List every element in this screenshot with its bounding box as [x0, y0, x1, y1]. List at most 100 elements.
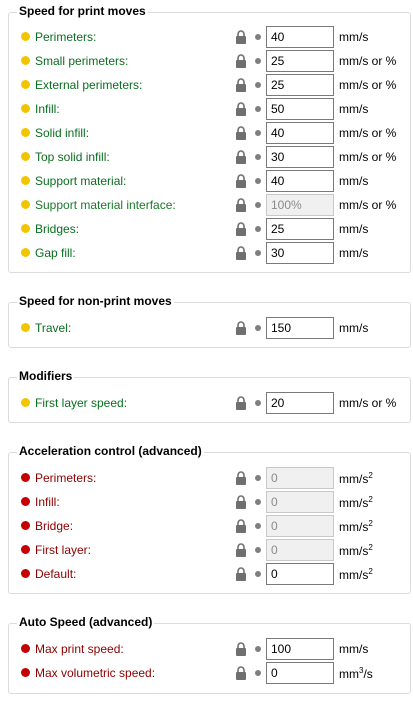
bullet-dot-icon[interactable] — [255, 571, 261, 577]
setting-label: Bridges: — [35, 222, 80, 236]
setting-row-first-layer-speed: First layer speed: mm/s or % — [9, 392, 410, 414]
bullet-dot-icon[interactable] — [255, 130, 261, 136]
lock-icon[interactable] — [235, 471, 247, 485]
lock-icon[interactable] — [235, 30, 247, 44]
bullet-dot-icon[interactable] — [255, 226, 261, 232]
setting-label: Perimeters: — [35, 30, 97, 44]
bullet-dot-icon[interactable] — [255, 523, 261, 529]
perimeters-speed-input[interactable] — [266, 26, 334, 48]
simple-mode-dot-icon — [21, 323, 30, 332]
setting-row-accel-infill: Infill: mm/s2 — [9, 491, 410, 513]
bullet-dot-icon[interactable] — [255, 499, 261, 505]
setting-row-accel-bridge: Bridge: mm/s2 — [9, 515, 410, 537]
setting-label: First layer speed: — [35, 396, 128, 410]
setting-label: External perimeters: — [35, 78, 143, 92]
setting-label: Support material interface: — [35, 198, 176, 212]
lock-icon[interactable] — [235, 102, 247, 116]
lock-icon[interactable] — [235, 495, 247, 509]
external-perimeters-speed-input[interactable] — [266, 74, 334, 96]
bullet-dot-icon[interactable] — [255, 325, 261, 331]
bullet-dot-icon[interactable] — [255, 34, 261, 40]
simple-mode-dot-icon — [21, 152, 30, 161]
unit-label: mm/s2 — [339, 495, 373, 510]
bullet-dot-icon[interactable] — [255, 250, 261, 256]
infill-speed-input[interactable] — [266, 98, 334, 120]
unit-label: mm/s — [339, 102, 369, 116]
setting-label: Support material: — [35, 174, 127, 188]
lock-icon[interactable] — [235, 543, 247, 557]
unit-label: mm/s2 — [339, 543, 373, 558]
bullet-dot-icon[interactable] — [255, 202, 261, 208]
solid-infill-speed-input[interactable] — [266, 122, 334, 144]
setting-label: Max volumetric speed: — [35, 666, 156, 680]
setting-label: Solid infill: — [35, 126, 90, 140]
lock-icon[interactable] — [235, 150, 247, 164]
lock-icon[interactable] — [235, 126, 247, 140]
bridges-speed-input[interactable] — [266, 218, 334, 240]
lock-icon[interactable] — [235, 246, 247, 260]
bullet-dot-icon[interactable] — [255, 154, 261, 160]
travel-speed-input[interactable] — [266, 317, 334, 339]
accel-default-input[interactable] — [266, 563, 334, 585]
unit-label: mm/s2 — [339, 519, 373, 534]
group-title: Modifiers — [17, 369, 75, 383]
lock-icon[interactable] — [235, 174, 247, 188]
top-solid-infill-speed-input[interactable] — [266, 146, 334, 168]
simple-mode-dot-icon — [21, 200, 30, 209]
advanced-mode-dot-icon — [21, 497, 30, 506]
setting-row-travel: Travel: mm/s — [9, 317, 410, 339]
advanced-mode-dot-icon — [21, 668, 30, 677]
gap-fill-speed-input[interactable] — [266, 242, 334, 264]
unit-label: mm3/s — [339, 666, 373, 681]
simple-mode-dot-icon — [21, 56, 30, 65]
max-volumetric-speed-input[interactable] — [266, 662, 334, 684]
unit-label: mm/s or % — [339, 396, 397, 410]
setting-row-bridges: Bridges: mm/s — [9, 218, 410, 240]
bullet-dot-icon[interactable] — [255, 178, 261, 184]
setting-row-accel-perimeters: Perimeters: mm/s2 — [9, 467, 410, 489]
lock-icon[interactable] — [235, 642, 247, 656]
setting-row-max-volumetric-speed: Max volumetric speed: mm3/s — [9, 662, 410, 684]
unit-label: mm/s or % — [339, 150, 397, 164]
accel-perimeters-input — [266, 467, 334, 489]
setting-label: Bridge: — [35, 519, 74, 533]
unit-label: mm/s or % — [339, 126, 397, 140]
lock-icon[interactable] — [235, 222, 247, 236]
group-auto-speed: Auto Speed (advanced) Max print speed: m… — [8, 615, 411, 694]
max-print-speed-input[interactable] — [266, 638, 334, 660]
unit-label: mm/s — [339, 174, 369, 188]
setting-label: Infill: — [35, 495, 60, 509]
group-speed-print-moves: Speed for print moves Perimeters: mm/s S… — [8, 4, 411, 273]
bullet-dot-icon[interactable] — [255, 670, 261, 676]
setting-row-support-material-interface: Support material interface: mm/s or % — [9, 194, 410, 216]
advanced-mode-dot-icon — [21, 569, 30, 578]
bullet-dot-icon[interactable] — [255, 82, 261, 88]
group-title: Speed for non-print moves — [17, 294, 174, 308]
setting-label: First layer: — [35, 543, 92, 557]
setting-row-solid-infill: Solid infill: mm/s or % — [9, 122, 410, 144]
lock-icon[interactable] — [235, 78, 247, 92]
lock-icon[interactable] — [235, 198, 247, 212]
lock-icon[interactable] — [235, 567, 247, 581]
small-perimeters-speed-input[interactable] — [266, 50, 334, 72]
setting-row-infill: Infill: mm/s — [9, 98, 410, 120]
lock-icon[interactable] — [235, 519, 247, 533]
bullet-dot-icon[interactable] — [255, 400, 261, 406]
support-material-speed-input[interactable] — [266, 170, 334, 192]
bullet-dot-icon[interactable] — [255, 475, 261, 481]
bullet-dot-icon[interactable] — [255, 106, 261, 112]
advanced-mode-dot-icon — [21, 473, 30, 482]
setting-label: Travel: — [35, 321, 72, 335]
unit-label: mm/s or % — [339, 198, 397, 212]
bullet-dot-icon[interactable] — [255, 547, 261, 553]
group-title: Acceleration control (advanced) — [17, 444, 204, 458]
bullet-dot-icon[interactable] — [255, 646, 261, 652]
unit-label: mm/s — [339, 222, 369, 236]
lock-icon[interactable] — [235, 54, 247, 68]
first-layer-speed-input[interactable] — [266, 392, 334, 414]
lock-icon[interactable] — [235, 396, 247, 410]
bullet-dot-icon[interactable] — [255, 58, 261, 64]
setting-label: Perimeters: — [35, 471, 97, 485]
lock-icon[interactable] — [235, 666, 247, 680]
lock-icon[interactable] — [235, 321, 247, 335]
